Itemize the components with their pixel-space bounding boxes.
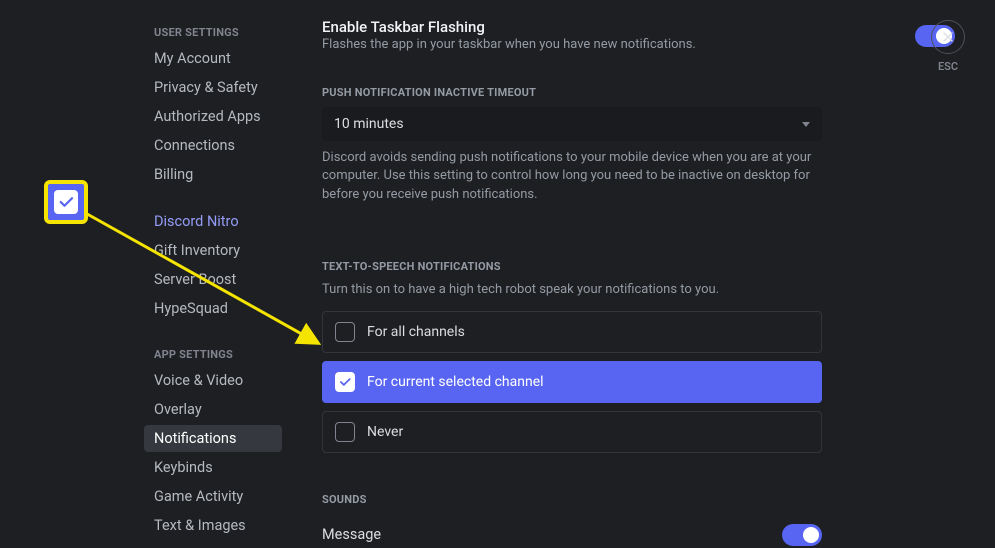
sidebar-item-gift-inventory[interactable]: Gift Inventory: [144, 237, 282, 264]
checkbox-checked-icon: [335, 372, 355, 392]
sound-message-toggle[interactable]: [782, 524, 822, 546]
sidebar-item-hypesquad[interactable]: HypeSquad: [144, 295, 282, 322]
sidebar-item-voice-video[interactable]: Voice & Video: [144, 367, 282, 394]
sounds-header: SOUNDS: [322, 493, 955, 506]
annotation-highlight-box: [44, 180, 88, 224]
app-settings-header: APP SETTINGS: [144, 342, 282, 367]
esc-label: ESC: [938, 60, 958, 73]
sidebar-item-my-account[interactable]: My Account: [144, 45, 282, 72]
annotation-checkbox-icon: [54, 190, 78, 214]
push-timeout-select[interactable]: 10 minutes: [322, 107, 822, 141]
sidebar-item-appearance[interactable]: Appearance: [144, 541, 282, 548]
sidebar-item-discord-nitro[interactable]: Discord Nitro: [144, 208, 282, 235]
sidebar-item-privacy-safety[interactable]: Privacy & Safety: [144, 74, 282, 101]
chevron-down-icon: [802, 122, 810, 127]
user-settings-header: USER SETTINGS: [144, 20, 282, 45]
tts-option-all-channels[interactable]: For all channels: [322, 311, 822, 353]
push-timeout-value: 10 minutes: [334, 116, 404, 132]
push-timeout-header: PUSH NOTIFICATION INACTIVE TIMEOUT: [322, 86, 955, 99]
sidebar-item-authorized-apps[interactable]: Authorized Apps: [144, 103, 282, 130]
push-timeout-desc: Discord avoids sending push notification…: [322, 149, 822, 204]
sidebar-item-billing[interactable]: Billing: [144, 161, 282, 188]
checkbox-icon: [335, 322, 355, 342]
tts-option-current-channel[interactable]: For current selected channel: [322, 361, 822, 403]
tts-radio-group: For all channels For current selected ch…: [322, 311, 822, 453]
tts-desc: Turn this on to have a high tech robot s…: [322, 281, 955, 299]
tts-option-never[interactable]: Never: [322, 411, 822, 453]
tts-header: TEXT-TO-SPEECH NOTIFICATIONS: [322, 260, 955, 273]
sidebar-item-keybinds[interactable]: Keybinds: [144, 454, 282, 481]
sidebar-item-connections[interactable]: Connections: [144, 132, 282, 159]
checkbox-icon: [335, 422, 355, 442]
sidebar-item-server-boost[interactable]: Server Boost: [144, 266, 282, 293]
sound-message-label: Message: [322, 526, 381, 543]
taskbar-flashing-title: Enable Taskbar Flashing: [322, 18, 696, 36]
sound-message-row: Message: [322, 514, 822, 548]
close-button[interactable]: ESC: [931, 20, 965, 73]
settings-main-panel: Enable Taskbar Flashing Flashes the app …: [292, 0, 995, 548]
taskbar-flashing-desc: Flashes the app in your taskbar when you…: [322, 36, 696, 54]
sidebar-item-game-activity[interactable]: Game Activity: [144, 483, 282, 510]
sidebar-item-overlay[interactable]: Overlay: [144, 396, 282, 423]
close-icon: [931, 20, 965, 54]
settings-sidebar: USER SETTINGS My Account Privacy & Safet…: [0, 0, 292, 548]
sidebar-item-text-images[interactable]: Text & Images: [144, 512, 282, 539]
sidebar-item-notifications[interactable]: Notifications: [144, 425, 282, 452]
